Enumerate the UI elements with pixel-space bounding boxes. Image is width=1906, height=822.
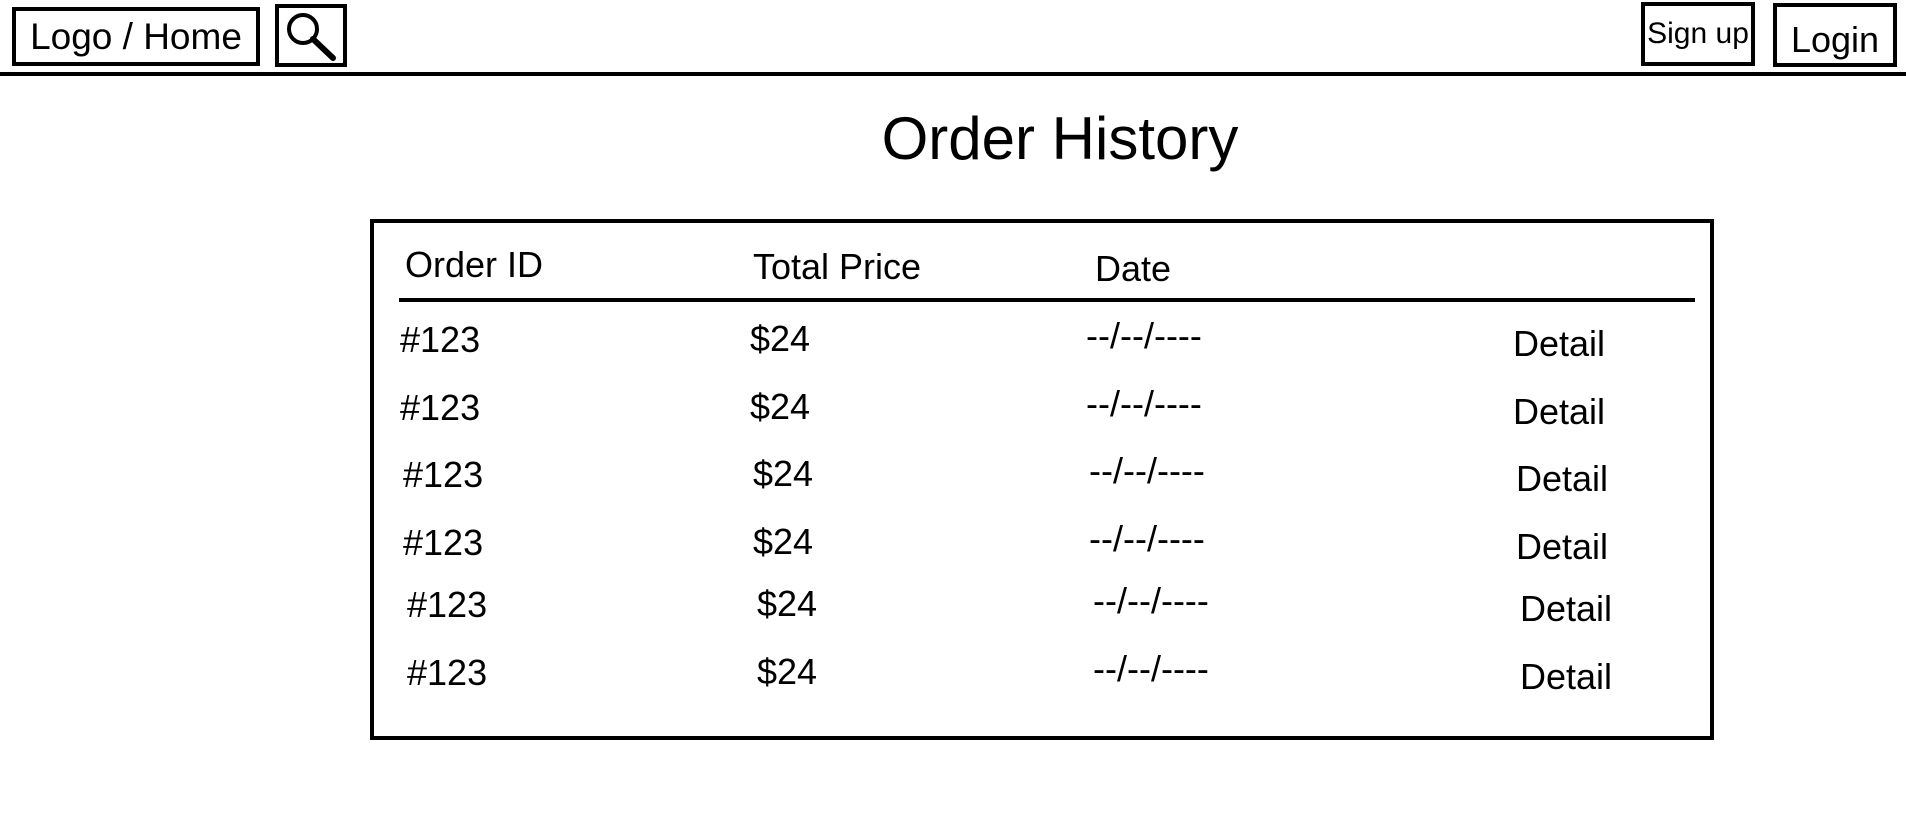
page-title: Order History [881,105,1239,172]
order-id-cell: #123 [400,387,481,428]
login-button[interactable]: Login [1773,3,1897,67]
total-price-cell: $24 [753,521,814,562]
table-header-divider [399,298,1695,302]
date-cell: --/--/---- [1089,518,1205,559]
total-price-cell: $24 [753,453,814,494]
column-header-order-id: Order ID [405,244,544,285]
order-id-cell: #123 [400,319,481,360]
column-header-total-price: Total Price [753,246,922,287]
date-cell: --/--/---- [1086,383,1202,424]
detail-link[interactable]: Detail [1520,589,1612,629]
detail-link[interactable]: Detail [1513,324,1605,364]
search-button[interactable] [275,4,347,67]
order-id-cell: #123 [403,454,484,495]
signup-label: Sign up [1647,17,1749,50]
logo-home-button[interactable]: Logo / Home [12,7,260,66]
date-cell: --/--/---- [1093,580,1209,621]
header-divider [0,72,1906,76]
detail-link[interactable]: Detail [1516,527,1608,567]
total-price-cell: $24 [750,318,811,359]
logo-home-label: Logo / Home [30,15,242,57]
detail-link[interactable]: Detail [1516,459,1608,499]
total-price-cell: $24 [757,583,818,624]
login-label: Login [1790,19,1880,60]
order-history-table: Order ID Total Price Date #123 $24 --/--… [370,219,1714,740]
total-price-cell: $24 [757,651,818,692]
order-id-cell: #123 [407,652,488,693]
total-price-cell: $24 [750,386,811,427]
signup-button[interactable]: Sign up [1641,2,1755,66]
order-id-cell: #123 [407,584,488,625]
date-cell: --/--/---- [1093,648,1209,689]
detail-link[interactable]: Detail [1513,392,1605,432]
date-cell: --/--/---- [1089,450,1205,491]
date-cell: --/--/---- [1086,315,1202,356]
detail-link[interactable]: Detail [1520,657,1612,697]
search-icon [287,12,336,61]
column-header-date: Date [1095,248,1172,289]
order-id-cell: #123 [403,522,484,563]
